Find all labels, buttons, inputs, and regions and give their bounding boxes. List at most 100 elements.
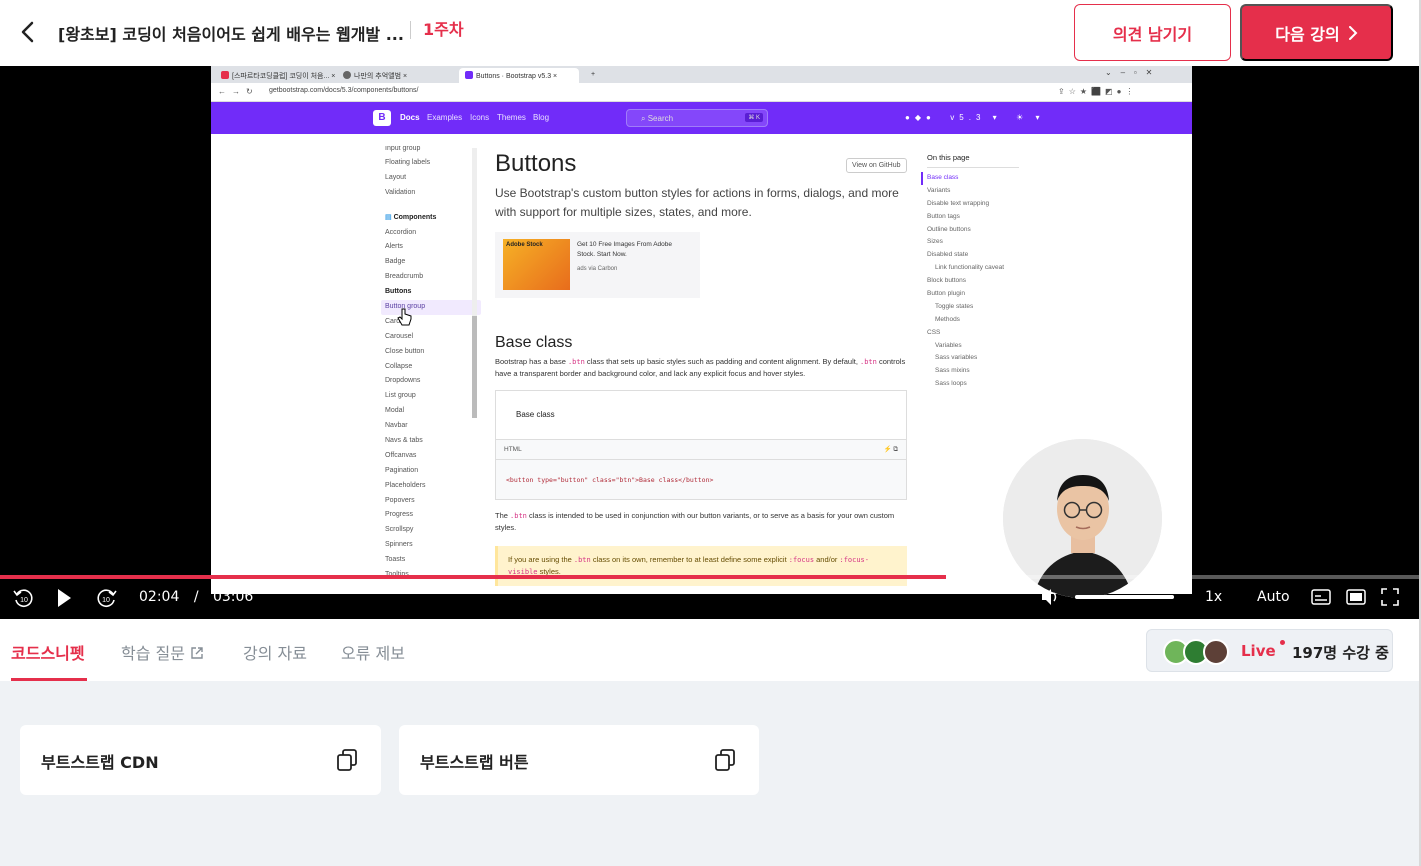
bootstrap-logo: B [373,110,391,126]
side-item-hover: Button group [381,300,481,315]
seek-progress [0,575,947,579]
side-item: Alerts [385,243,403,251]
snippet-card[interactable]: 부트스트랩 버튼 [399,725,759,795]
lecture-tabs: 코드스니펫 학습 질문 강의 자료 오류 제보 Live 197명 수강 중 [0,619,1421,681]
browser-tab: 나만의 추억앨범 × [337,68,413,83]
speed-button[interactable]: 1x [1205,586,1222,608]
bs-sidebar: Input group Floating labels Layout Valid… [381,146,481,583]
bs-ad: Adobe Stock Get 10 Free Images From Adob… [495,232,700,298]
side-item: Accordion [385,228,417,236]
side-item: Validation [385,188,416,196]
tab-qna-label: 학습 질문 [121,644,185,663]
ad-image: Adobe Stock [503,239,570,290]
tab-report-error[interactable]: 오류 제보 [341,640,405,664]
bs-example: Base class [495,390,907,440]
browser-extension-icons: ⇪☆★⬛◩●⋮ [1058,87,1138,96]
bs-nav-examples: Examples [427,113,463,122]
leave-opinion-button[interactable]: 의견 남기기 [1074,4,1231,61]
toc-item: Variants [927,186,951,194]
volume-slider[interactable] [1075,595,1174,599]
toc-item: Outline buttons [927,225,971,233]
side-item: Collapse [385,362,413,370]
ad-via: ads via Carbon [577,266,618,272]
browser-nav-icons: ←→↻ [218,87,259,96]
side-item: Card [385,317,401,325]
forward-10-button[interactable]: 10 [94,586,118,610]
bs-code-header: HTML ⚡ ⧉ [495,440,907,460]
toc-item: Sass loops [935,380,967,388]
side-item: Placeholders [385,481,426,489]
hand-cursor-icon [397,308,412,326]
bs-warning: If you are using the .btn class on its o… [495,546,907,586]
side-item: Badge [385,258,406,266]
bs-sidebar-scrollbar [472,148,477,418]
fullscreen-button[interactable] [1381,586,1399,608]
toc-item: Button tags [927,212,960,220]
tab-qna[interactable]: 학습 질문 [121,640,204,664]
toc-item: CSS [927,328,941,336]
view-github-button: View on GitHub [846,158,907,173]
rewind-10-button[interactable]: 10 [12,586,36,610]
time-separator: / [193,589,199,605]
svg-text:10: 10 [102,597,110,604]
bs-section-title: Base class [495,334,573,351]
side-item: Toasts [385,556,406,564]
bs-nav-themes: Themes [497,113,526,122]
quality-button[interactable]: Auto [1257,586,1290,608]
bs-search: ⌕ Search ⌘ K [626,109,768,127]
toc-item: Sass variables [935,354,978,362]
play-button[interactable] [54,586,74,610]
bs-code: <button type="button" class="btn">Base c… [495,460,907,500]
volume-icon [1042,589,1057,605]
forward-icon: 10 [97,589,117,607]
side-item: List group [385,392,416,400]
next-lecture-button[interactable]: 다음 강의 [1240,4,1393,61]
browser-tab-strip: [스파르타코딩클럽] 코딩이 처음... × 나만의 추억앨범 × Button… [211,66,1192,83]
toc-item: Sass mixins [935,367,970,375]
bs-lead: Use Bootstrap's custom button styles for… [495,186,899,219]
side-item: Breadcrumb [385,273,424,281]
copy-icon[interactable] [714,748,736,772]
volume-button[interactable] [1040,586,1060,608]
theater-mode-button[interactable] [1346,586,1366,608]
side-item-active: Buttons [385,288,412,296]
side-item: Close button [385,347,425,355]
snippet-title: 부트스트랩 CDN [41,753,159,772]
new-tab-icon: + [591,71,596,78]
copy-icon: ⚡ ⧉ [883,446,898,453]
bs-nav-icons: Icons [470,113,490,122]
subtitles-button[interactable] [1311,586,1331,608]
toc-item: Methods [935,315,960,323]
tab-code-snippet[interactable]: 코드스니펫 [11,640,85,664]
toc-item: Variables [935,341,962,349]
tab-materials[interactable]: 강의 자료 [243,640,307,664]
toc-item: Sizes [927,238,943,246]
live-label: Live [1241,642,1276,660]
bs-main-content: Buttons View on GitHub Use Bootstrap's c… [495,150,907,586]
toc-item: Disabled state [927,251,969,259]
course-title: [왕초보] 코딩이 처음이어도 쉽게 배우는 웹개발 ... [58,25,404,44]
bs-social-icons: ●◆● v5.3 ▾ ☀ ▾ [905,113,1045,122]
play-icon [58,589,71,607]
copy-icon[interactable] [336,748,358,772]
html-label: HTML [504,446,522,453]
chevron-right-icon [1348,25,1358,40]
rewind-icon: 10 [13,589,33,607]
active-tab-indicator [11,678,87,681]
seek-bar[interactable] [0,575,1421,579]
video-player[interactable]: [스파르타코딩클럽] 코딩이 처음... × 나만의 추억앨범 × Button… [0,66,1421,619]
snippet-card[interactable]: 부트스트랩 CDN [20,725,381,795]
window-controls-icon: ⌄ – ▫ ✕ [1105,68,1153,77]
side-item: Navs & tabs [385,437,423,445]
ad-text: Get 10 Free Images From Adobe Stock. Sta… [577,241,673,258]
toc-item: Link functionality caveat [935,264,1005,272]
browser-address-bar: ←→↻ getbootstrap.com/docs/5.3/components… [211,83,1192,102]
time-display: 02:04 / 03:06 [139,586,253,608]
side-item: Pagination [385,466,419,474]
browser-tab: [스파르타코딩클럽] 코딩이 처음... × [215,68,341,83]
back-arrow-icon[interactable] [16,20,40,44]
bs-nav-blog: Blog [533,113,550,122]
side-item: Navbar [385,422,408,430]
browser-tab-active: Buttons · Bootstrap v5.3 × [459,68,579,83]
bs-toc: On this page Base class Variants Disable… [921,152,1019,391]
